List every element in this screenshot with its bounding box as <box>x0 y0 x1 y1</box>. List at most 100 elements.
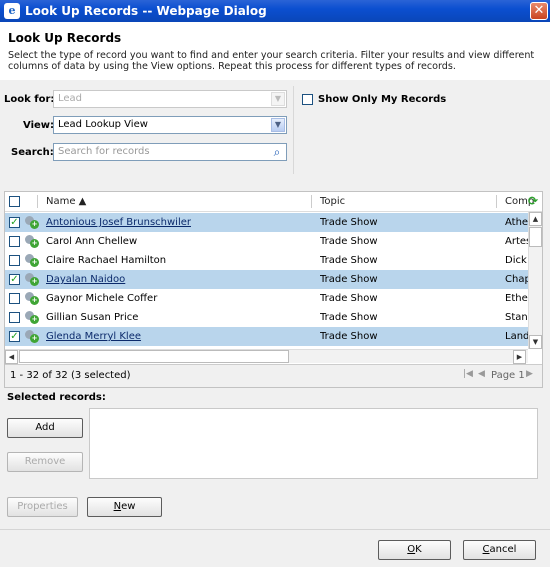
refresh-icon[interactable]: ⟳ <box>528 194 541 208</box>
new-label-rest: ew <box>121 501 136 512</box>
first-page-icon[interactable]: |◀ <box>463 369 473 379</box>
cell-topic: Trade Show <box>320 255 378 266</box>
look-for-value: Lead <box>58 93 83 104</box>
search-label: Search: <box>11 147 54 158</box>
cell-name[interactable]: Gaynor Michele Coffer <box>46 293 306 304</box>
hscrollbar-thumb[interactable] <box>19 350 289 363</box>
column-header-name[interactable]: Name ▲ <box>46 196 86 207</box>
selected-records-label: Selected records: <box>7 392 106 403</box>
cell-name[interactable]: Antonious Josef Brunschwiler <box>46 217 306 228</box>
view-select[interactable]: Lead Lookup View ▼ <box>53 116 287 134</box>
table-row[interactable]: + Carol Ann Chellew Trade Show Artes <box>5 232 528 251</box>
column-separator <box>496 195 497 208</box>
show-only-mine-checkbox[interactable] <box>302 94 313 105</box>
search-input[interactable]: Search for records ⌕ <box>53 143 287 161</box>
show-only-mine-label: Show Only My Records <box>318 94 447 105</box>
cell-name[interactable]: Glenda Merryl Klee <box>46 331 306 342</box>
search-icon[interactable]: ⌕ <box>270 145 284 159</box>
look-for-select[interactable]: Lead ▼ <box>53 90 287 108</box>
ok-button[interactable]: OK <box>378 540 451 560</box>
cell-topic: Trade Show <box>320 236 378 247</box>
ok-label-mnemonic: O <box>407 544 416 555</box>
select-all-checkbox[interactable] <box>9 196 20 207</box>
add-button[interactable]: Add <box>7 418 83 438</box>
row-checkbox[interactable] <box>9 312 20 323</box>
column-header-topic[interactable]: Topic <box>320 196 345 207</box>
close-button[interactable]: ✕ <box>530 2 548 20</box>
window-title: Look Up Records -- Webpage Dialog <box>25 4 267 18</box>
next-page-icon[interactable]: ▶ <box>526 369 533 379</box>
selected-records-list[interactable] <box>89 408 538 479</box>
scroll-right-icon[interactable]: ▶ <box>513 350 526 364</box>
horizontal-scrollbar[interactable]: ◀ ▶ <box>5 349 528 364</box>
cell-name[interactable]: Dayalan Naidoo <box>46 274 306 285</box>
ok-label-rest: K <box>415 544 422 555</box>
cell-name[interactable]: Gillian Susan Price <box>46 312 306 323</box>
cancel-button[interactable]: Cancel <box>463 540 536 560</box>
lead-icon: + <box>24 272 40 287</box>
new-button[interactable]: New <box>87 497 162 517</box>
scroll-down-icon[interactable]: ▼ <box>529 335 542 349</box>
row-checkbox[interactable] <box>9 293 20 304</box>
scroll-up-icon[interactable]: ▲ <box>529 212 542 226</box>
cell-company: Dick <box>505 255 527 266</box>
table-row[interactable]: ✓ + Antonious Josef Brunschwiler Trade S… <box>5 213 528 232</box>
properties-button[interactable]: Properties <box>7 497 78 517</box>
grid-header: Name ▲ Topic Comp ⟳ <box>5 192 542 212</box>
table-row[interactable]: + Gaynor Michele Coffer Trade Show Ethe <box>5 289 528 308</box>
vertical-scrollbar[interactable]: ▲ ▼ <box>528 212 542 349</box>
column-separator <box>37 195 38 208</box>
footer-divider <box>0 529 550 530</box>
table-row[interactable]: ✓ + Dayalan Naidoo Trade Show Chap <box>5 270 528 289</box>
dialog-header: Look Up Records Select the type of recor… <box>0 22 550 80</box>
cell-topic: Trade Show <box>320 293 378 304</box>
scrollbar-thumb[interactable] <box>529 227 542 247</box>
cell-topic: Trade Show <box>320 274 378 285</box>
page-indicator: Page 1 <box>491 370 525 381</box>
dialog-title: Look Up Records <box>8 31 122 45</box>
lead-icon: + <box>24 310 40 325</box>
window-titlebar: e Look Up Records -- Webpage Dialog ✕ <box>0 0 550 22</box>
table-row[interactable]: + Gillian Susan Price Trade Show Stan <box>5 308 528 327</box>
dialog-description: Select the type of record you want to fi… <box>8 50 535 72</box>
cell-name[interactable]: Carol Ann Chellew <box>46 236 306 247</box>
cell-company: Stan <box>505 312 528 323</box>
cancel-label-mnemonic: C <box>482 544 490 555</box>
view-label: View: <box>23 120 55 131</box>
cell-name[interactable]: Claire Rachael Hamilton <box>46 255 306 266</box>
row-checkbox[interactable]: ✓ <box>9 331 20 342</box>
cancel-label-rest: ancel <box>489 544 517 555</box>
cell-topic: Trade Show <box>320 331 378 342</box>
cell-company: Athe <box>505 217 528 228</box>
cell-topic: Trade Show <box>320 312 378 323</box>
results-grid: Name ▲ Topic Comp ⟳ ✓ + Antonious Josef … <box>4 191 543 388</box>
lead-icon: + <box>24 215 40 230</box>
table-row[interactable]: ✓ + Glenda Merryl Klee Trade Show Land <box>5 327 528 346</box>
search-placeholder: Search for records <box>58 146 150 157</box>
cell-company: Chap <box>505 274 528 285</box>
new-label-mnemonic: N <box>113 501 122 512</box>
row-checkbox[interactable]: ✓ <box>9 217 20 228</box>
previous-page-icon[interactable]: ◀ <box>478 369 485 379</box>
cell-company: Land <box>505 331 528 342</box>
grid-status-bar: 1 - 32 of 32 (3 selected) |◀ ◀ Page 1 ▶ <box>5 364 542 387</box>
remove-button[interactable]: Remove <box>7 452 83 472</box>
ie-icon: e <box>4 3 20 19</box>
record-count: 1 - 32 of 32 (3 selected) <box>10 370 131 381</box>
row-checkbox[interactable] <box>9 236 20 247</box>
lead-icon: + <box>24 329 40 344</box>
row-checkbox[interactable] <box>9 255 20 266</box>
cell-company: Ethe <box>505 293 528 304</box>
chevron-down-icon: ▼ <box>271 118 285 132</box>
cell-topic: Trade Show <box>320 217 378 228</box>
table-row[interactable]: + Claire Rachael Hamilton Trade Show Dic… <box>5 251 528 270</box>
lead-icon: + <box>24 234 40 249</box>
column-separator <box>311 195 312 208</box>
view-value: Lead Lookup View <box>58 119 148 130</box>
lead-icon: + <box>24 253 40 268</box>
scroll-left-icon[interactable]: ◀ <box>5 350 18 364</box>
chevron-down-icon: ▼ <box>271 92 285 106</box>
divider <box>293 86 294 174</box>
lead-icon: + <box>24 291 40 306</box>
row-checkbox[interactable]: ✓ <box>9 274 20 285</box>
